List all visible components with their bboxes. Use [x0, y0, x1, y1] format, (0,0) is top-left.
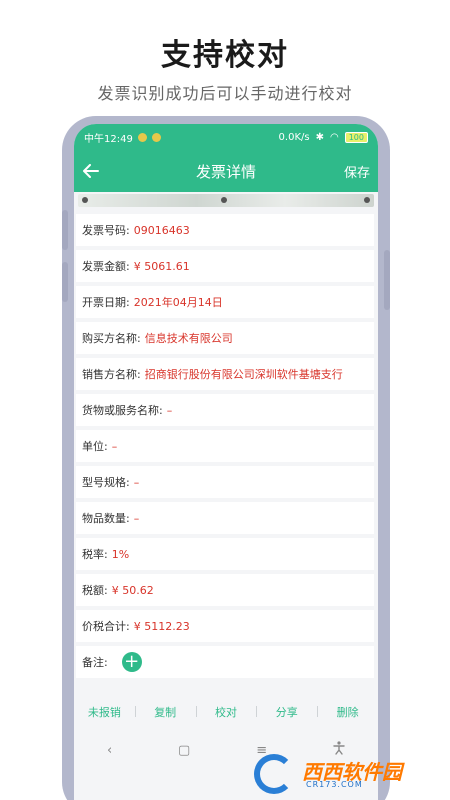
nav-home-button[interactable]: ▢ — [178, 743, 190, 758]
field-unit[interactable]: 单位: – — [76, 430, 374, 462]
field-tax-amount[interactable]: 税额: ¥ 50.62 — [76, 574, 374, 606]
field-label: 税率: — [82, 548, 108, 561]
delete-button[interactable]: 删除 — [317, 704, 378, 720]
action-toolbar: 未报销 复制 校对 分享 删除 — [74, 694, 378, 730]
field-label: 物品数量: — [82, 512, 130, 525]
field-goods-name[interactable]: 货物或服务名称: – — [76, 394, 374, 426]
field-seller-name[interactable]: 销售方名称: 招商银行股份有限公司深圳软件基塘支行 — [76, 358, 374, 390]
copy-button[interactable]: 复制 — [134, 704, 196, 720]
field-label: 单位: — [82, 440, 108, 453]
field-value: 09016463 — [133, 223, 190, 237]
field-total[interactable]: 价税合计: ¥ 5112.23 — [76, 610, 374, 642]
field-label: 开票日期: — [82, 296, 130, 309]
field-label: 货物或服务名称: — [82, 404, 163, 417]
field-value: ¥ 50.62 — [111, 583, 154, 597]
add-remark-button[interactable]: + — [121, 651, 142, 672]
field-value: 1% — [111, 547, 130, 561]
network-speed: 0.0K/s — [278, 131, 310, 143]
field-value: ¥ 5112.23 — [133, 619, 190, 633]
app-bar: 发票详情 保存 — [74, 150, 378, 192]
notification-icon — [151, 132, 161, 142]
plus-icon: + — [124, 651, 140, 672]
field-label: 购买方名称: — [82, 332, 141, 345]
site-watermark: 西西软件园 CR173.COM — [246, 752, 450, 796]
phone-volume-button — [62, 210, 68, 250]
unreimbursed-button[interactable]: 未报销 — [74, 704, 135, 720]
field-label: 价税合计: — [82, 620, 130, 633]
watermark-domain: CR173.COM — [306, 780, 363, 789]
proofread-button[interactable]: 校对 — [195, 704, 257, 720]
field-label: 销售方名称: — [82, 368, 141, 381]
arrow-left-icon — [83, 164, 99, 178]
bluetooth-icon: ✱ — [315, 131, 324, 143]
invoice-image-preview[interactable] — [78, 194, 374, 207]
field-invoice-number[interactable]: 发票号码: 09016463 — [76, 214, 374, 246]
pin-icon — [221, 197, 227, 203]
promo-title: 支持校对 — [161, 38, 289, 73]
field-label: 发票号码: — [82, 224, 130, 237]
field-quantity[interactable]: 物品数量: – — [76, 502, 374, 534]
field-value: 2021年04月14日 — [133, 296, 223, 309]
nav-back-button[interactable]: ‹ — [107, 743, 112, 758]
battery-icon: 100 — [344, 131, 368, 143]
phone-volume-button — [62, 262, 68, 302]
field-value: – — [111, 439, 118, 453]
field-tax-rate[interactable]: 税率: 1% — [76, 538, 374, 570]
field-issue-date[interactable]: 开票日期: 2021年04月14日 — [76, 286, 374, 318]
phone-screen: 中午12:49 0.0K/s ✱ ◠ 100 发票详情 保存 发票号码: 090… — [74, 124, 378, 800]
status-bar: 中午12:49 0.0K/s ✱ ◠ 100 — [74, 124, 378, 150]
notification-icon — [137, 132, 147, 142]
field-label: 税额: — [82, 584, 108, 597]
field-remark: 备注: + — [76, 646, 374, 678]
field-value: – — [166, 403, 173, 417]
watermark-logo-icon — [254, 754, 294, 794]
field-buyer-name[interactable]: 购买方名称: 信息技术有限公司 — [76, 322, 374, 354]
share-button[interactable]: 分享 — [256, 704, 317, 720]
pin-icon — [82, 197, 88, 203]
field-model-spec[interactable]: 型号规格: – — [76, 466, 374, 498]
field-label: 发票金额: — [82, 260, 130, 273]
field-value: ¥ 5061.61 — [133, 259, 190, 273]
phone-power-button — [384, 250, 390, 310]
field-invoice-amount[interactable]: 发票金额: ¥ 5061.61 — [76, 250, 374, 282]
field-value: – — [133, 511, 140, 525]
field-value: 招商银行股份有限公司深圳软件基塘支行 — [144, 368, 343, 381]
back-button[interactable] — [74, 150, 108, 192]
save-button[interactable]: 保存 — [344, 162, 378, 181]
field-value: 信息技术有限公司 — [144, 332, 233, 345]
field-label: 备注: — [82, 656, 108, 669]
pin-icon — [364, 197, 370, 203]
promo-subtitle: 发票识别成功后可以手动进行校对 — [97, 84, 353, 103]
wifi-icon: ◠ — [329, 131, 339, 143]
field-value: – — [133, 475, 140, 489]
page-title: 发票详情 — [195, 162, 256, 181]
field-label: 型号规格: — [82, 476, 130, 489]
status-time: 中午12:49 — [84, 133, 133, 145]
